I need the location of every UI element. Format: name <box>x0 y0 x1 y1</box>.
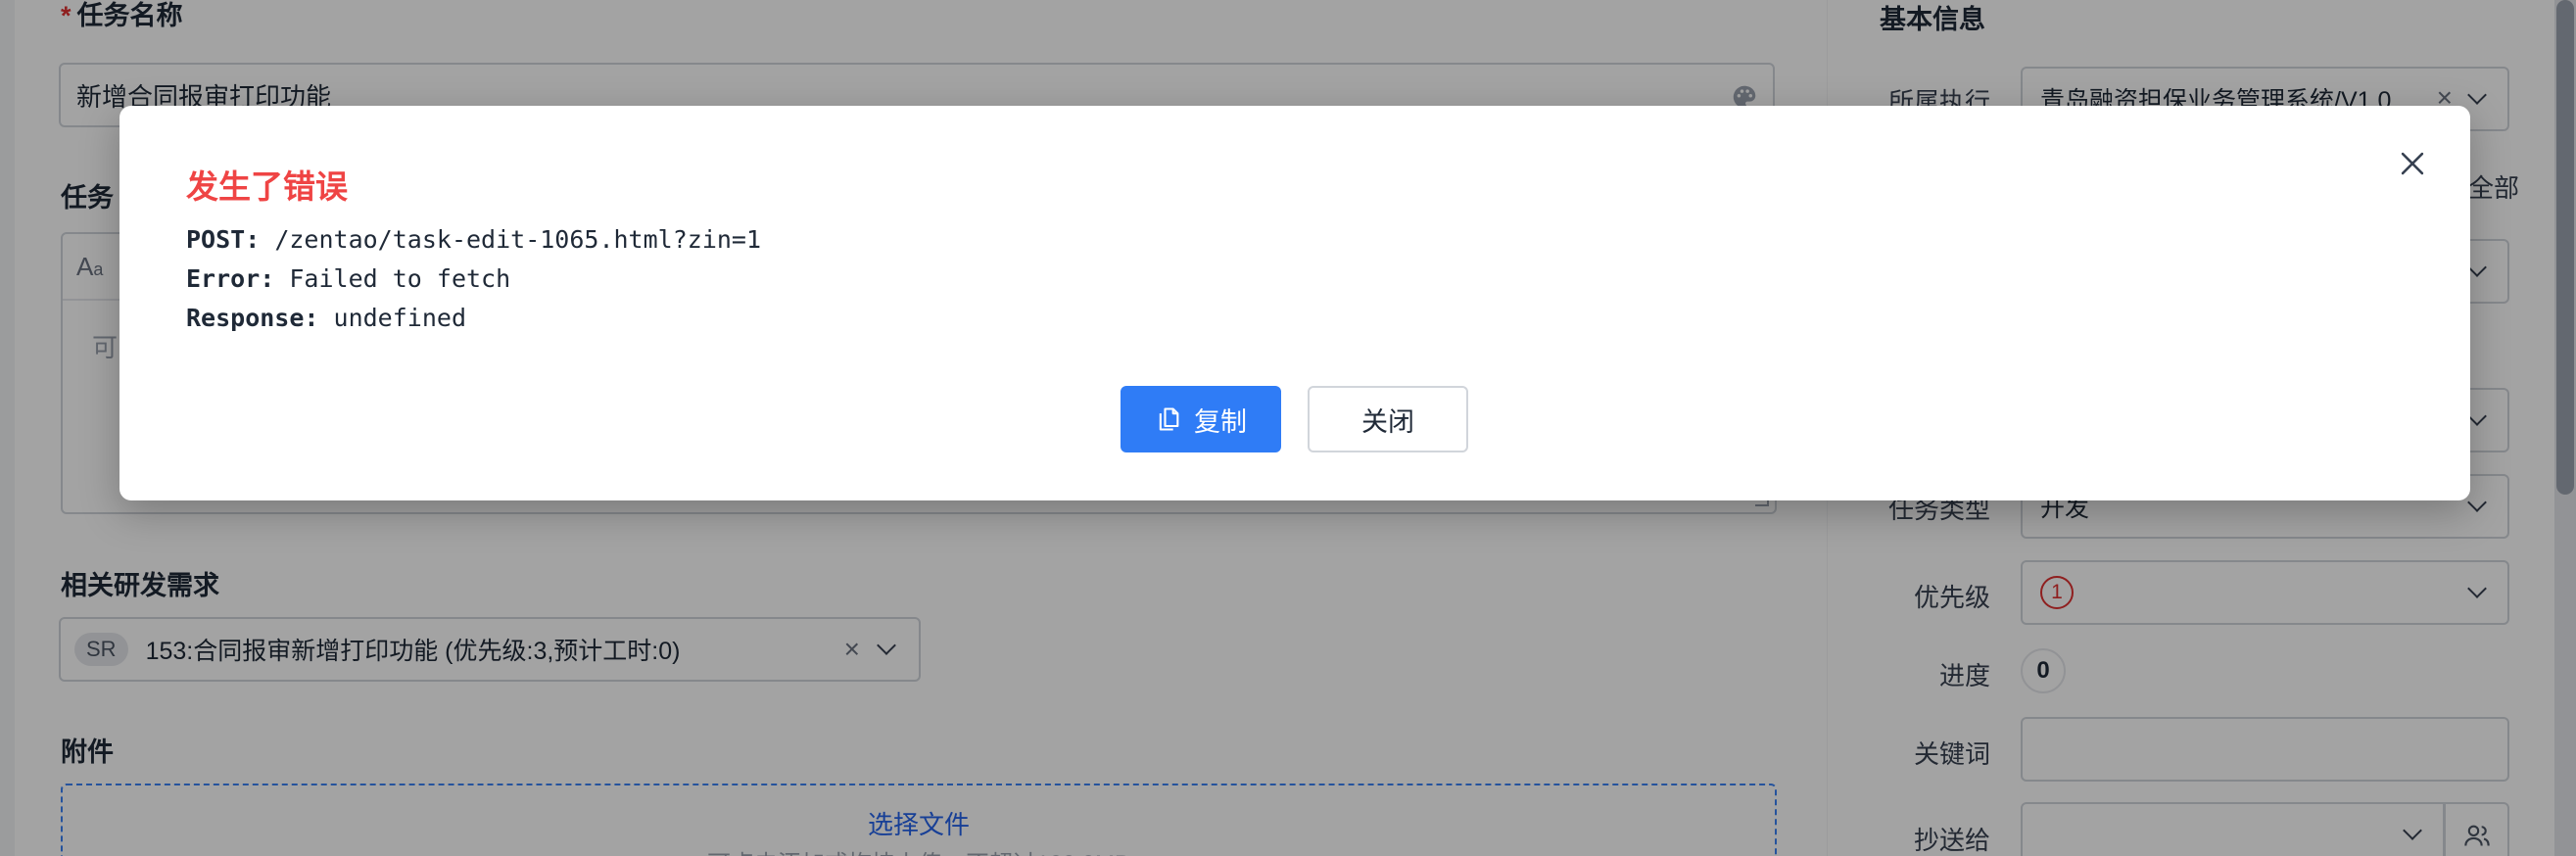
close-icon[interactable] <box>2396 147 2429 180</box>
error-response-line: Response: undefined <box>186 304 466 332</box>
page: * 任务名称 新增合同报审打印功能 任务 Aa 可 相关研发需求 SR 153:合… <box>0 0 2576 856</box>
copy-icon <box>1159 407 1179 431</box>
close-button[interactable]: 关闭 <box>1308 386 1468 452</box>
error-message-line: Error: Failed to fetch <box>186 264 511 293</box>
dialog-title: 发生了错误 <box>186 168 348 205</box>
copy-button[interactable]: 复制 <box>1121 386 1281 452</box>
error-post-line: POST: /zentao/task-edit-1065.html?zin=1 <box>186 225 762 254</box>
error-dialog: 发生了错误 POST: /zentao/task-edit-1065.html?… <box>119 106 2470 500</box>
